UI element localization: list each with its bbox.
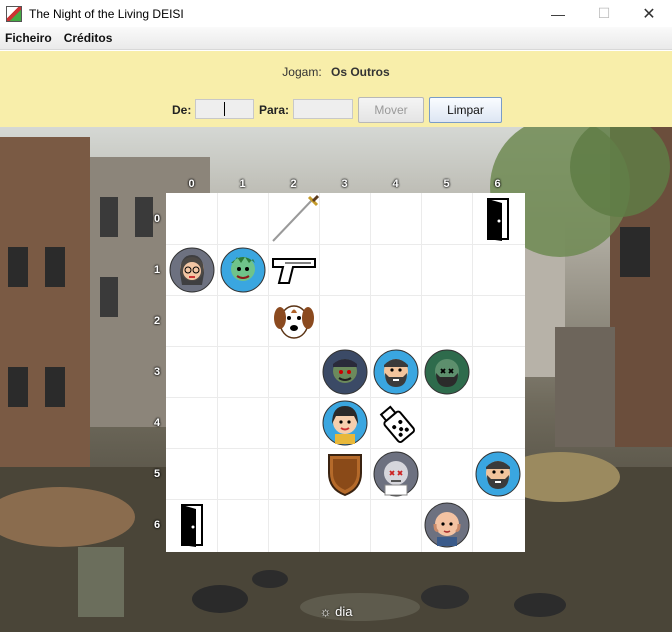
row-label: 6	[153, 519, 161, 531]
zombie-bearded-icon[interactable]	[421, 346, 472, 397]
row-label: 0	[153, 213, 161, 225]
pistol-icon[interactable]	[268, 244, 319, 295]
clear-button[interactable]: Limpar	[429, 97, 502, 123]
text-caret	[224, 102, 225, 116]
control-panel: Jogam: Os Outros De: Para: Mover Limpar	[0, 50, 672, 127]
spray-bottle-icon[interactable]	[370, 397, 421, 448]
column-label: 5	[443, 178, 450, 190]
row-label: 4	[153, 417, 161, 429]
door-icon[interactable]	[166, 499, 217, 550]
row-label: 5	[153, 468, 161, 480]
maximize-icon[interactable]: ☐	[581, 0, 627, 27]
close-icon[interactable]: ✕	[626, 0, 672, 27]
shield-icon[interactable]	[319, 448, 370, 499]
minimize-icon[interactable]: —	[535, 0, 581, 27]
column-label: 1	[239, 178, 246, 190]
column-label: 0	[188, 178, 195, 190]
column-label: 3	[341, 178, 348, 190]
to-label: Para:	[259, 103, 290, 117]
human-woman-glasses-icon[interactable]	[166, 244, 217, 295]
turn-value: Os Outros	[331, 65, 390, 79]
zombie-pale-icon[interactable]	[370, 448, 421, 499]
turn-indicator: Jogam: Os Outros	[0, 65, 672, 79]
column-label: 4	[392, 178, 399, 190]
zombie-dark-icon[interactable]	[319, 346, 370, 397]
menu-ficheiro[interactable]: Ficheiro	[5, 31, 52, 45]
human-woman-icon[interactable]	[319, 397, 370, 448]
zombie-green-hair-icon[interactable]	[217, 244, 268, 295]
human-bearded-icon[interactable]	[472, 448, 523, 499]
human-bearded-icon[interactable]	[370, 346, 421, 397]
to-field[interactable]	[293, 99, 353, 119]
turn-label: Jogam:	[282, 65, 322, 79]
row-label: 1	[153, 264, 161, 276]
row-label: 2	[153, 315, 161, 327]
sword-icon[interactable]	[268, 193, 319, 244]
window-title: The Night of the Living DEISI	[29, 6, 184, 21]
move-button[interactable]: Mover	[358, 97, 424, 123]
from-label: De:	[172, 103, 192, 117]
from-field[interactable]	[195, 99, 254, 119]
door-icon[interactable]	[472, 193, 523, 244]
game-board[interactable]	[166, 193, 525, 552]
menu-creditos[interactable]: Créditos	[64, 31, 113, 45]
menu-bar: Ficheiro Créditos	[0, 27, 672, 50]
dog-icon[interactable]	[268, 295, 319, 346]
game-scene: 0 1 2 3 4 5 6 0 1 2 3 4 5 6 ☼ dia	[0, 127, 672, 632]
row-label: 3	[153, 366, 161, 378]
app-icon	[6, 5, 22, 22]
human-bald-icon[interactable]	[421, 499, 472, 550]
title-bar: The Night of the Living DEISI — ☐ ✕	[0, 0, 672, 27]
column-label: 2	[290, 178, 297, 190]
day-indicator: ☼ dia	[319, 604, 353, 619]
column-label: 6	[494, 178, 501, 190]
